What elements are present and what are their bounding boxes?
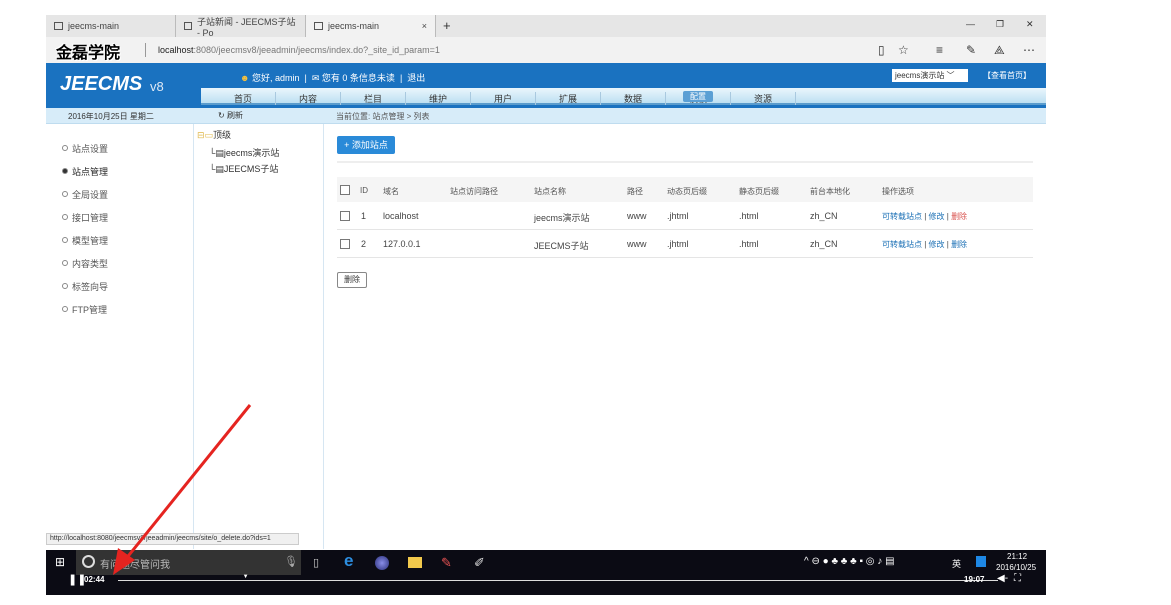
red-arrow-annotation — [113, 404, 252, 575]
